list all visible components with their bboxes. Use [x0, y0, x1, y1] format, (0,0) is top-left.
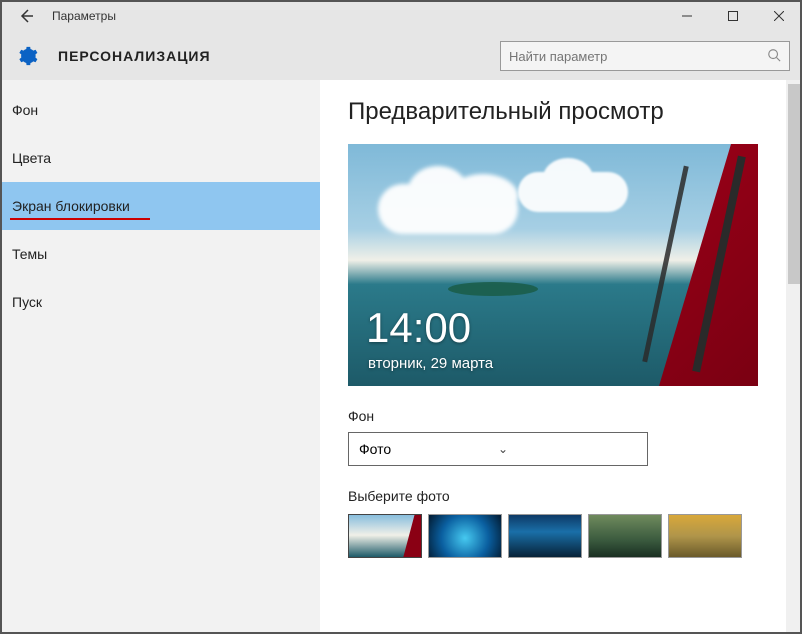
- scrollbar-track[interactable]: [786, 80, 802, 634]
- cloud-shape: [518, 172, 628, 212]
- sidebar-item-lockscreen[interactable]: Экран блокировки: [0, 182, 320, 230]
- background-label: Фон: [348, 408, 778, 424]
- photo-thumb[interactable]: [508, 514, 582, 558]
- close-icon: [774, 11, 784, 21]
- titlebar: Параметры: [0, 0, 802, 32]
- arrow-left-icon: [18, 8, 34, 24]
- maximize-button[interactable]: [710, 0, 756, 32]
- clock-date: вторник, 29 марта: [368, 355, 493, 372]
- clock-time: 14:00: [366, 304, 471, 352]
- background-select[interactable]: Фото ⌄: [348, 432, 648, 466]
- close-button[interactable]: [756, 0, 802, 32]
- maximize-icon: [728, 11, 738, 21]
- photo-thumb[interactable]: [428, 514, 502, 558]
- search-icon: [767, 48, 781, 65]
- section-title: ПЕРСОНАЛИЗАЦИЯ: [58, 48, 500, 64]
- sidebar-item-label: Цвета: [12, 150, 51, 166]
- window-title: Параметры: [52, 9, 664, 23]
- lockscreen-preview: 14:00 вторник, 29 марта: [348, 144, 758, 386]
- sidebar-item-label: Темы: [12, 246, 47, 262]
- sidebar-item-themes[interactable]: Темы: [0, 230, 320, 278]
- preview-title: Предварительный просмотр: [348, 98, 778, 126]
- select-value: Фото: [359, 441, 498, 457]
- body-area: Фон Цвета Экран блокировки Темы Пуск Пре…: [0, 80, 802, 634]
- header-row: ПЕРСОНАЛИЗАЦИЯ: [0, 32, 802, 80]
- photo-thumbnails: [348, 514, 778, 558]
- minimize-icon: [682, 11, 692, 21]
- window-controls: [664, 0, 802, 32]
- chevron-down-icon: ⌄: [498, 442, 637, 456]
- scrollbar-thumb[interactable]: [788, 84, 800, 284]
- search-input[interactable]: [509, 49, 767, 64]
- sidebar-item-label: Экран блокировки: [12, 198, 130, 214]
- choose-photo-label: Выберите фото: [348, 488, 778, 504]
- content-area: Предварительный просмотр 14:00 вторник, …: [320, 80, 802, 634]
- cloud-shape: [378, 184, 518, 234]
- back-button[interactable]: [8, 0, 44, 32]
- gear-icon: [16, 45, 38, 67]
- sidebar-item-start[interactable]: Пуск: [0, 278, 320, 326]
- sidebar-item-label: Пуск: [12, 294, 42, 310]
- sidebar-item-colors[interactable]: Цвета: [0, 134, 320, 182]
- sidebar: Фон Цвета Экран блокировки Темы Пуск: [0, 80, 320, 634]
- sidebar-item-label: Фон: [12, 102, 38, 118]
- search-box[interactable]: [500, 41, 790, 71]
- photo-thumb[interactable]: [348, 514, 422, 558]
- photo-thumb[interactable]: [588, 514, 662, 558]
- annotation-underline: [10, 218, 150, 220]
- sidebar-item-background[interactable]: Фон: [0, 86, 320, 134]
- minimize-button[interactable]: [664, 0, 710, 32]
- photo-thumb[interactable]: [668, 514, 742, 558]
- island-shape: [448, 282, 538, 296]
